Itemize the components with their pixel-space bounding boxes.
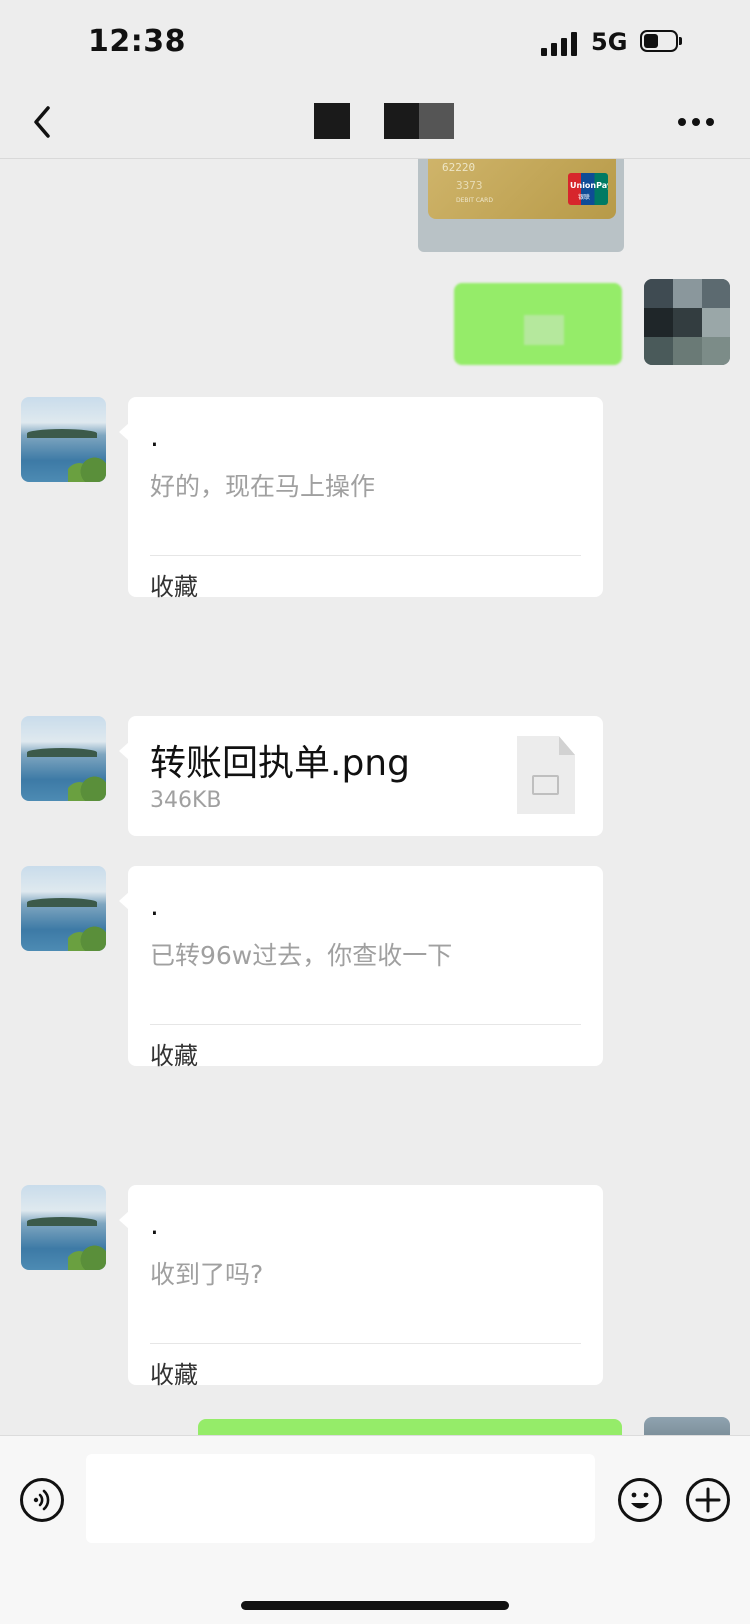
image-file-icon — [517, 736, 575, 814]
quoted-text: 收到了吗? — [150, 1260, 264, 1289]
emoji-icon[interactable] — [618, 1478, 662, 1522]
chevron-left-icon[interactable] — [26, 100, 66, 144]
input-bar — [0, 1435, 750, 1624]
status-time: 12:38 — [88, 24, 186, 59]
avatar-self[interactable] — [644, 1417, 730, 1435]
divider — [150, 1024, 581, 1025]
card-number: 62220 — [442, 161, 476, 174]
divider — [150, 1343, 581, 1344]
quote-dot: . — [150, 889, 159, 922]
avatar-contact[interactable] — [21, 866, 106, 951]
message-input[interactable] — [86, 1454, 595, 1543]
quote-dot: . — [150, 1208, 159, 1241]
signal-icon — [541, 30, 581, 56]
unionpay-logo: UnionPay 银联 — [568, 173, 608, 205]
quote-dot: . — [150, 420, 159, 453]
network-type: 5G — [591, 28, 628, 56]
battery-icon — [640, 30, 684, 54]
plus-icon[interactable] — [686, 1478, 730, 1522]
redacted-content — [524, 315, 564, 345]
card-type: DEBIT CARD — [456, 197, 493, 204]
image-message[interactable]: 62220 3373 DEBIT CARD UnionPay 银联 — [418, 159, 624, 252]
ellipsis-icon[interactable] — [678, 118, 718, 128]
favorite-label[interactable]: 收藏 — [150, 567, 198, 602]
file-size: 346KB — [150, 788, 222, 813]
message-bubble-quote[interactable]: . 好的，现在马上操作 收藏 — [119, 397, 603, 601]
quoted-text: 已转96w过去，你查收一下 — [150, 941, 453, 970]
file-name: 转账回执单.png — [150, 743, 410, 784]
message-bubble-self[interactable] — [198, 1419, 622, 1435]
favorite-label[interactable]: 收藏 — [150, 1355, 198, 1390]
message-list[interactable]: 62220 3373 DEBIT CARD UnionPay 银联 . 好的，现… — [0, 159, 750, 1435]
message-bubble-quote[interactable]: . 已转96w过去，你查收一下 收藏 — [119, 866, 603, 1070]
message-bubble-self[interactable] — [454, 283, 622, 365]
bank-card-image: 62220 3373 DEBIT CARD UnionPay 银联 — [428, 159, 616, 219]
voice-icon[interactable] — [20, 1478, 64, 1522]
quoted-text: 好的，现在马上操作 — [150, 472, 376, 501]
status-bar: 12:38 5G — [0, 0, 750, 90]
message-bubble-quote[interactable]: . 收到了吗? 收藏 — [119, 1185, 603, 1389]
avatar-contact[interactable] — [21, 1185, 106, 1270]
favorite-label[interactable]: 收藏 — [150, 1036, 198, 1071]
home-indicator — [241, 1601, 509, 1610]
card-code: 3373 — [456, 179, 483, 192]
chat-header — [0, 90, 750, 159]
avatar-contact[interactable] — [21, 716, 106, 801]
divider — [150, 555, 581, 556]
chat-title-redacted — [384, 103, 454, 139]
message-bubble-file[interactable]: 转账回执单.png 346KB — [119, 716, 603, 836]
chat-title-redacted — [314, 103, 350, 139]
avatar-self[interactable] — [644, 279, 730, 365]
avatar-contact[interactable] — [21, 397, 106, 482]
